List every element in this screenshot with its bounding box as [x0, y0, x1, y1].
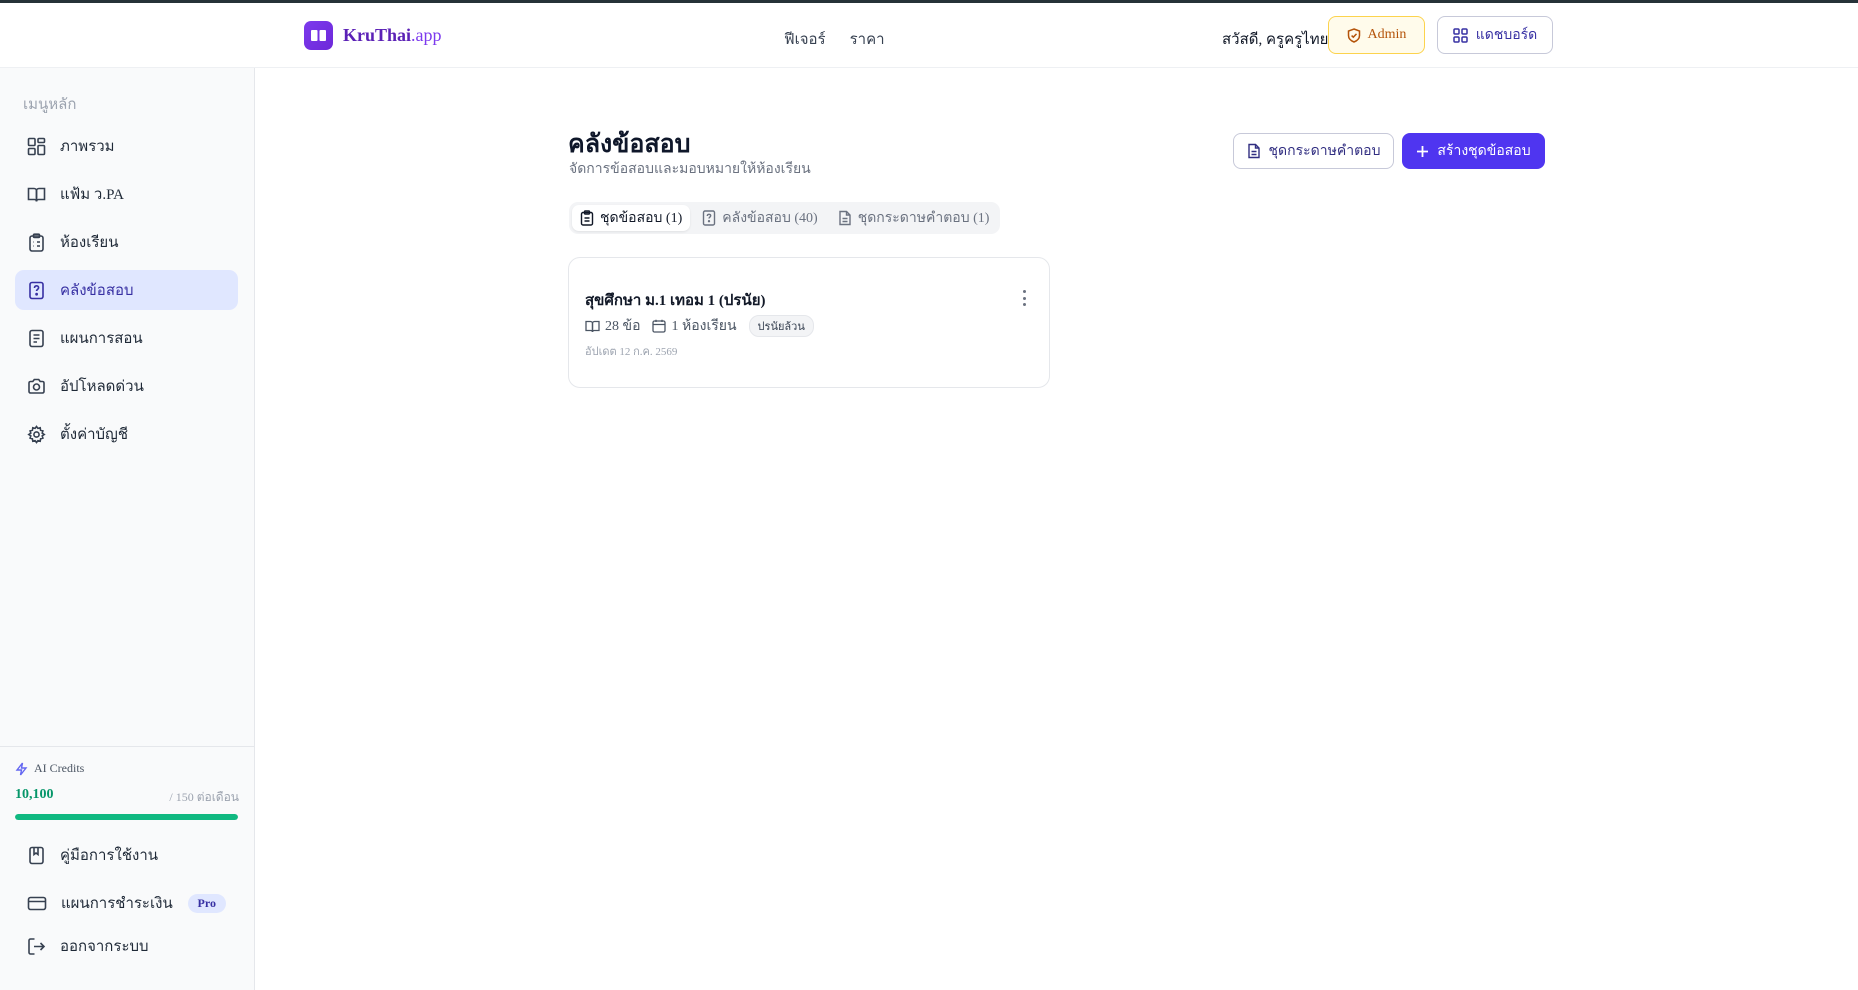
- classroom-count: 1 ห้องเรียน: [652, 315, 737, 337]
- top-nav: ฟีเจอร์ ราคา: [784, 27, 885, 51]
- page-subtitle: จัดการข้อสอบและมอบหมายให้ห้องเรียน: [569, 162, 811, 177]
- answer-sheet-button[interactable]: ชุดกระดาษคำตอบ: [1233, 133, 1394, 169]
- sidebar-item-label: ห้องเรียน: [60, 235, 119, 251]
- file-question-icon: [29, 281, 44, 299]
- sidebar-item-label: ตั้งค่าบัญชี: [60, 427, 129, 443]
- admin-button[interactable]: Admin: [1328, 16, 1425, 54]
- exam-set-title: สุขศึกษา ม.1 เทอม 1 (ปรนัย): [585, 293, 766, 309]
- nav-link-features[interactable]: ฟีเจอร์: [784, 27, 826, 51]
- exam-tabs: ชุดข้อสอบ (1) คลังข้อสอบ (40) ชุดกระดาษค…: [569, 202, 1001, 234]
- ai-credits-progress: [15, 814, 238, 820]
- ai-credits-quota: / 150 ต่อเดือน: [169, 790, 239, 804]
- sidebar-item-label: แฟ้ม ว.PA: [60, 187, 124, 203]
- document-icon: [838, 210, 851, 226]
- sidebar-item-billing-plan[interactable]: แผนการชำระเงิน Pro: [15, 883, 238, 923]
- document-icon: [29, 329, 44, 347]
- exam-set-meta: 28 ข้อ 1 ห้องเรียน ปรนัยล้วน: [585, 315, 814, 337]
- pro-badge: Pro: [187, 893, 226, 913]
- tab-question-bank[interactable]: คลังข้อสอบ (40): [694, 205, 825, 231]
- logo-book-icon: [304, 21, 333, 50]
- dashboard-button-label: แดชบอร์ด: [1475, 28, 1538, 43]
- brand-name: KruThai.app: [343, 25, 442, 45]
- answer-sheet-button-label: ชุดกระดาษคำตอบ: [1268, 144, 1381, 159]
- tab-label: ชุดกระดาษคำตอบ (1): [857, 211, 990, 226]
- sidebar-item-label: คลังข้อสอบ: [60, 283, 134, 299]
- calendar-icon: [652, 319, 667, 333]
- logout-button[interactable]: ออกจากระบบ: [27, 934, 149, 958]
- nav-link-pricing[interactable]: ราคา: [850, 27, 885, 51]
- gear-icon: [27, 424, 46, 444]
- camera-icon: [28, 378, 45, 394]
- admin-button-label: Admin: [1367, 27, 1407, 42]
- user-greeting: สวัสดี, ครูครูไทย: [1222, 32, 1329, 48]
- status-badge: ปรนัยล้วน: [748, 315, 814, 337]
- sidebar-item-label: อัปโหลดด่วน: [60, 379, 144, 395]
- sidebar-item-user-guide[interactable]: คู่มือการใช้งาน: [15, 835, 238, 875]
- sidebar-item-lesson-plans[interactable]: แผนการสอน: [15, 318, 238, 358]
- document-icon: [1247, 143, 1260, 159]
- top-header: KruThai.app ฟีเจอร์ ราคา สวัสดี, ครูครูไ…: [0, 3, 1858, 68]
- tab-answer-sheets[interactable]: ชุดกระดาษคำตอบ (1): [830, 205, 998, 231]
- ai-credits-value: 10,100: [15, 787, 54, 802]
- clipboard-icon: [580, 210, 594, 226]
- sidebar-menu: ภาพรวม แฟ้ม ว.PA ห้องเรียน คลังข้อสอบ แผ…: [15, 126, 238, 462]
- sidebar-item-label: แผนการชำระเงิน: [61, 896, 173, 912]
- dashboard-button[interactable]: แดชบอร์ด: [1437, 16, 1553, 54]
- logout-label: ออกจากระบบ: [60, 939, 149, 955]
- sidebar-bottom-menu: คู่มือการใช้งาน แผนการชำระเงิน Pro: [15, 835, 238, 931]
- credit-card-icon: [27, 896, 47, 910]
- create-exam-set-button[interactable]: สร้างชุดข้อสอบ: [1402, 133, 1545, 169]
- plus-icon: [1417, 145, 1429, 157]
- sidebar-item-exam-bank[interactable]: คลังข้อสอบ: [15, 270, 238, 310]
- sidebar-item-account-settings[interactable]: ตั้งค่าบัญชี: [15, 414, 238, 454]
- ai-credits-title: AI Credits: [15, 761, 84, 776]
- brand-logo[interactable]: KruThai.app: [304, 21, 442, 50]
- tab-exam-sets[interactable]: ชุดข้อสอบ (1): [572, 205, 691, 231]
- sidebar-item-quick-upload[interactable]: อัปโหลดด่วน: [15, 366, 238, 406]
- exam-set-card[interactable]: สุขศึกษา ม.1 เทอม 1 (ปรนัย) 28 ข้อ 1 ห้อ…: [568, 257, 1050, 388]
- question-count: 28 ข้อ: [585, 315, 640, 337]
- ai-credits-progress-fill: [15, 814, 238, 820]
- tab-label: ชุดข้อสอบ (1): [600, 211, 683, 226]
- updated-date: อัปเดต 12 ก.ค. 2569: [585, 346, 678, 358]
- sidebar-item-label: แผนการสอน: [60, 331, 143, 347]
- file-question-icon: [703, 210, 716, 226]
- sidebar-item-classrooms[interactable]: ห้องเรียน: [15, 222, 238, 262]
- sidebar-heading: เมนูหลัก: [23, 97, 77, 113]
- more-options-icon[interactable]: [1019, 290, 1029, 306]
- sidebar-item-overview[interactable]: ภาพรวม: [15, 126, 238, 166]
- logout-icon: [28, 937, 46, 955]
- shield-icon: [1347, 27, 1360, 43]
- clipboard-list-icon: [29, 232, 44, 252]
- bookmark-book-icon: [29, 846, 44, 864]
- book-open-icon: [585, 320, 600, 332]
- sidebar-footer: AI Credits 10,100 / 150 ต่อเดือน คู่มือก…: [0, 746, 255, 913]
- sidebar-item-label: ภาพรวม: [60, 139, 115, 155]
- create-exam-set-button-label: สร้างชุดข้อสอบ: [1437, 144, 1531, 159]
- dashboard-grid-icon: [1452, 27, 1468, 43]
- grid-icon: [27, 137, 46, 155]
- tab-label: คลังข้อสอบ (40): [722, 211, 818, 226]
- lightning-icon: [15, 762, 28, 775]
- sidebar: เมนูหลัก ภาพรวม แฟ้ม ว.PA ห้องเรียน คลัง…: [0, 68, 255, 990]
- book-open-icon: [27, 187, 46, 202]
- sidebar-item-pa-portfolio[interactable]: แฟ้ม ว.PA: [15, 174, 238, 214]
- sidebar-item-label: คู่มือการใช้งาน: [60, 848, 158, 864]
